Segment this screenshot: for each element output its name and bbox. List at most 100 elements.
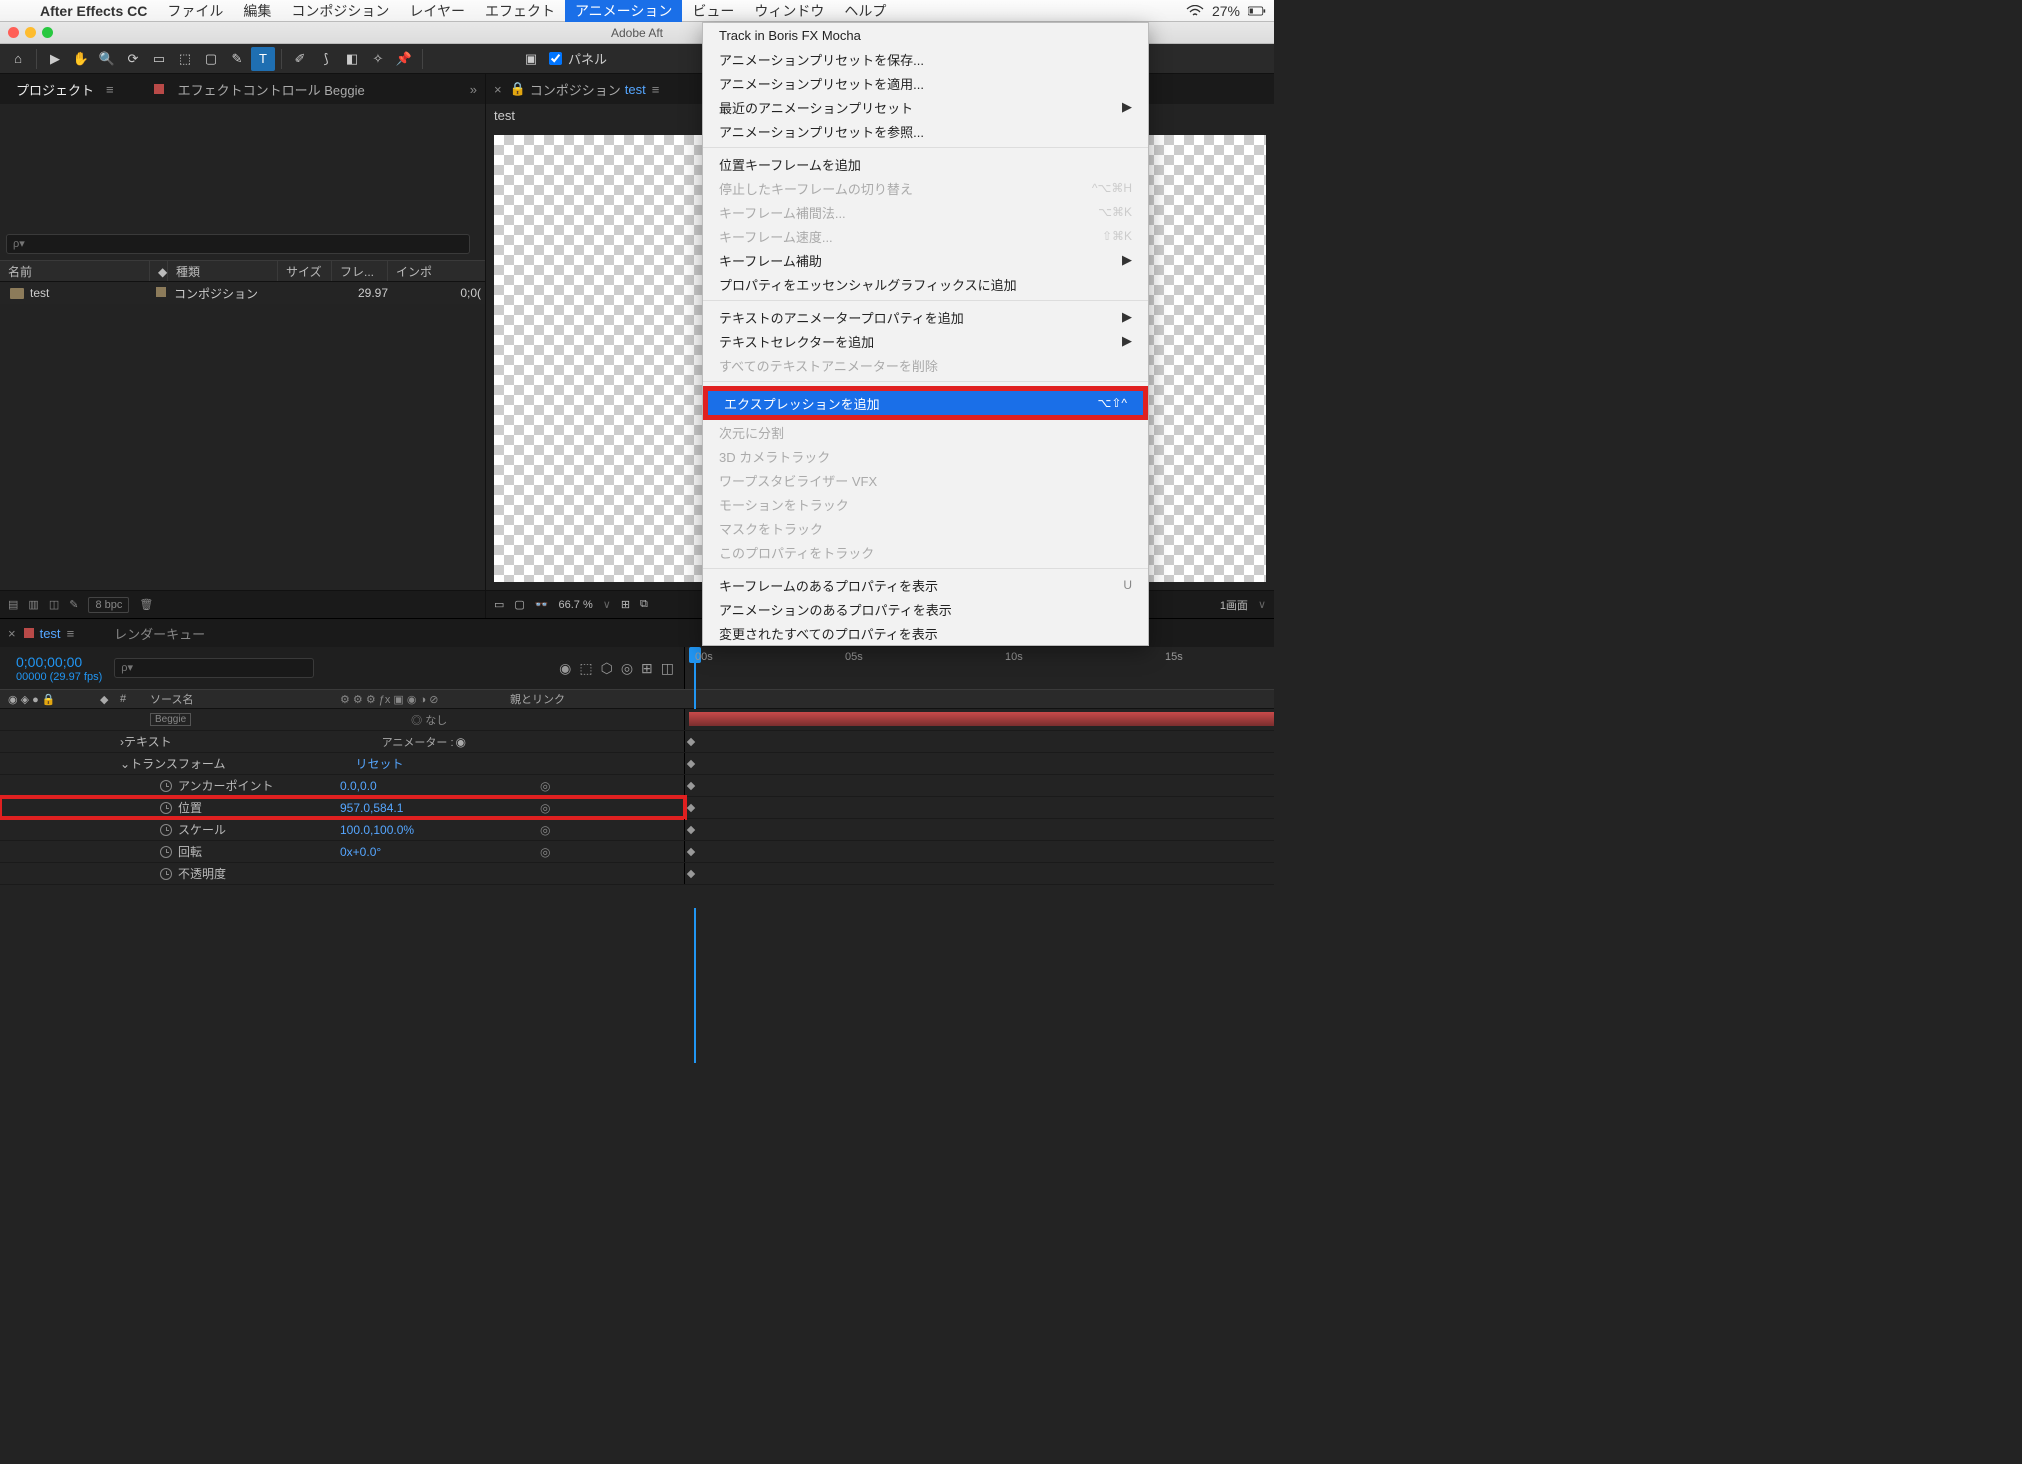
timeline-tab-test[interactable]: test	[40, 626, 61, 641]
property-row-scale[interactable]: スケール100.0,100.0%◎	[0, 819, 1274, 841]
panel-menu-icon[interactable]: »	[470, 82, 477, 97]
time-ruler[interactable]: 00s 05s 10s 15s	[685, 647, 1274, 689]
close-window-button[interactable]	[8, 27, 19, 38]
zoom-level[interactable]: 66.7 %	[559, 599, 593, 611]
property-row-opacity[interactable]: 不透明度	[0, 863, 1274, 885]
menu-window[interactable]: ウィンドウ	[744, 0, 834, 22]
timeline-search-input[interactable]	[114, 658, 314, 678]
panel-close-icon[interactable]: ×	[494, 82, 502, 97]
menu-animation[interactable]: アニメーション	[565, 0, 682, 22]
stopwatch-icon[interactable]	[160, 780, 172, 792]
snap-icon[interactable]: ▣	[519, 47, 543, 71]
lock-icon[interactable]: 🔒	[510, 81, 526, 97]
menu-item[interactable]: アニメーションのあるプロパティを表示	[703, 597, 1148, 621]
maximize-window-button[interactable]	[42, 27, 53, 38]
property-row-anchor[interactable]: アンカーポイント0.0,0.0◎	[0, 775, 1274, 797]
tl-toolbar-icon[interactable]: ◎	[621, 660, 633, 677]
menu-effect[interactable]: エフェクト	[475, 0, 565, 22]
tab-effect-controls[interactable]: エフェクトコントロール Beggie	[170, 80, 373, 99]
menu-view[interactable]: ビュー	[682, 0, 744, 22]
menu-item[interactable]: 位置キーフレームを追加	[703, 152, 1148, 176]
current-timecode[interactable]: 0;00;00;00	[16, 654, 82, 670]
menu-item[interactable]: アニメーションプリセットを参照...	[703, 119, 1148, 143]
camera-tool-icon[interactable]: ▭	[147, 47, 171, 71]
project-item-test[interactable]: test コンポジション 29.97 0;0(	[0, 282, 485, 304]
clone-tool-icon[interactable]: ⟆	[314, 47, 338, 71]
layer-bar[interactable]	[689, 712, 1274, 726]
property-row-text[interactable]: › テキストアニメーター :◉	[0, 731, 1274, 753]
menu-item[interactable]: キーフレーム補助▶	[703, 248, 1148, 272]
col-type[interactable]: 種類	[168, 261, 278, 281]
menu-item[interactable]: アニメーションプリセットを保存...	[703, 47, 1148, 71]
grid-icon[interactable]: ⊞	[621, 598, 630, 611]
app-name[interactable]: After Effects CC	[30, 3, 157, 19]
panel-checkbox[interactable]	[549, 52, 562, 65]
menu-composition[interactable]: コンポジション	[281, 0, 399, 22]
bpc-button[interactable]: 8 bpc	[88, 597, 129, 613]
tab-project[interactable]: プロジェクト	[8, 80, 102, 99]
interpret-footage-icon[interactable]: ▤	[8, 598, 18, 611]
tl-toolbar-icon[interactable]: ⊞	[641, 660, 653, 677]
menu-item[interactable]: テキストのアニメータープロパティを追加▶	[703, 305, 1148, 329]
guides-icon[interactable]: ⧉	[640, 598, 648, 611]
col-tag[interactable]: ◆	[150, 261, 168, 281]
trash-icon[interactable]: 🗑	[139, 598, 153, 611]
tl-toolbar-icon[interactable]: ◉	[559, 660, 571, 677]
col-source-name[interactable]: ソース名	[150, 691, 340, 707]
menu-item[interactable]: エクスプレッションを追加⌥⇧^	[708, 391, 1143, 415]
col-size[interactable]: サイズ	[278, 261, 332, 281]
eraser-tool-icon[interactable]: ◧	[340, 47, 364, 71]
stopwatch-icon[interactable]	[160, 846, 172, 858]
comp-tab[interactable]: test	[494, 108, 515, 123]
pan-behind-tool-icon[interactable]: ⬚	[173, 47, 197, 71]
type-tool-icon[interactable]: T	[251, 47, 275, 71]
menu-file[interactable]: ファイル	[157, 0, 233, 22]
puppet-tool-icon[interactable]: 📌	[392, 47, 416, 71]
col-inpoint[interactable]: インポ	[388, 261, 485, 281]
menu-layer[interactable]: レイヤー	[399, 0, 475, 22]
selection-tool-icon[interactable]: ▶	[43, 47, 67, 71]
menu-item[interactable]: 最近のアニメーションプリセット▶	[703, 95, 1148, 119]
view-mask-icon[interactable]: 👓	[535, 598, 549, 611]
timeline-tab-render[interactable]: レンダーキュー	[114, 624, 205, 643]
menu-item[interactable]: Track in Boris FX Mocha	[703, 23, 1148, 47]
brush-tool-icon[interactable]: ✐	[288, 47, 312, 71]
orbit-tool-icon[interactable]: ⟳	[121, 47, 145, 71]
tl-toolbar-icon[interactable]: ⬚	[579, 660, 592, 677]
home-icon[interactable]: ⌂	[6, 47, 30, 71]
col-fps[interactable]: フレ...	[332, 261, 388, 281]
view-mode[interactable]: 1画面	[1220, 597, 1248, 613]
menu-help[interactable]: ヘルプ	[834, 0, 896, 22]
property-row-rotation[interactable]: 回転0x+0.0°◎	[0, 841, 1274, 863]
position-value[interactable]: 957.0,584.1	[340, 801, 403, 815]
menu-item[interactable]: テキストセレクターを追加▶	[703, 329, 1148, 353]
zoom-tool-icon[interactable]: 🔍	[95, 47, 119, 71]
col-parent[interactable]: 親とリンク	[510, 691, 680, 707]
stopwatch-icon[interactable]	[160, 824, 172, 836]
layer-row-beggie[interactable]: Beggie◎ なし	[0, 709, 1274, 731]
minimize-window-button[interactable]	[25, 27, 36, 38]
timeline-close-icon[interactable]: ×	[8, 626, 16, 641]
menu-item[interactable]: アニメーションプリセットを適用...	[703, 71, 1148, 95]
stopwatch-icon[interactable]	[160, 802, 172, 814]
property-row-transform[interactable]: ⌄ トランスフォームリセット	[0, 753, 1274, 775]
project-search-input[interactable]	[6, 234, 470, 254]
stopwatch-icon[interactable]	[160, 868, 172, 880]
menu-item[interactable]: キーフレームのあるプロパティを表示U	[703, 573, 1148, 597]
menu-edit[interactable]: 編集	[233, 0, 281, 22]
roto-tool-icon[interactable]: ✧	[366, 47, 390, 71]
tl-toolbar-icon[interactable]: ◫	[661, 660, 674, 677]
view-resolution-icon[interactable]: ▢	[514, 598, 524, 611]
rectangle-tool-icon[interactable]: ▢	[199, 47, 223, 71]
new-folder-icon[interactable]: ▥	[28, 598, 38, 611]
menu-item[interactable]: プロパティをエッセンシャルグラフィックスに追加	[703, 272, 1148, 296]
menu-item[interactable]: 変更されたすべてのプロパティを表示	[703, 621, 1148, 645]
hand-tool-icon[interactable]: ✋	[69, 47, 93, 71]
col-name[interactable]: 名前	[0, 261, 150, 281]
adjust-icon[interactable]: ✎	[69, 598, 78, 611]
new-comp-icon[interactable]: ◫	[49, 598, 59, 611]
property-row-position[interactable]: 位置957.0,584.1◎	[0, 797, 1274, 819]
pen-tool-icon[interactable]: ✎	[225, 47, 249, 71]
view-magnify-icon[interactable]: ▭	[494, 598, 504, 611]
tl-toolbar-icon[interactable]: ⬡	[601, 660, 613, 677]
